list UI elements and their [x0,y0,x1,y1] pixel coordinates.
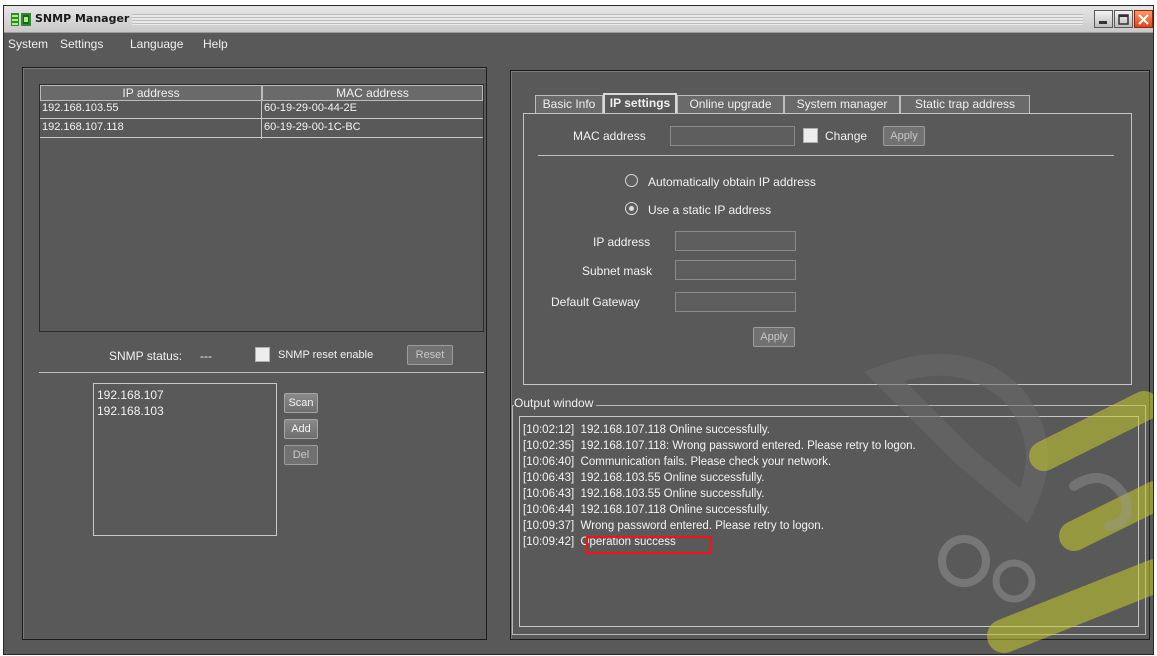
column-header-ip[interactable]: IP address [40,85,262,101]
log-message: 192.168.107.118 Online successfully. [580,424,770,436]
log-time: [10:06:43] [523,488,575,500]
auto-ip-radio[interactable] [625,174,638,187]
log-time: [10:09:37] [523,520,575,532]
window-title: SNMP Manager [35,12,130,25]
log-time: [10:02:35] [523,440,575,452]
scan-button[interactable]: Scan [284,393,318,413]
output-log[interactable]: [10:02:12] 192.168.107.118 Online succes… [519,416,1139,627]
mac-address-input[interactable] [670,126,795,146]
log-time: [10:06:43] [523,472,575,484]
log-message: Communication fails. Please check your n… [580,456,832,468]
menu-system[interactable]: System [8,37,48,51]
log-line: [10:02:35] 192.168.107.118: Wrong passwo… [523,440,916,452]
tab-ip-settings[interactable]: IP settings [603,93,677,113]
output-window: [10:02:12] 192.168.107.118 Online succes… [512,405,1146,635]
close-icon [1138,13,1149,25]
log-time: [10:09:42] [523,536,575,548]
column-divider [261,101,262,139]
snmp-reset-enable-label: SNMP reset enable [278,349,374,361]
log-message: 192.168.107.118: Wrong password entered.… [580,440,916,452]
log-time: [10:06:40] [523,456,575,468]
list-item[interactable]: 192.168.103 [97,404,164,418]
success-highlight-box [586,536,712,554]
log-line: [10:06:44] 192.168.107.118 Online succes… [523,504,770,516]
minimize-button[interactable] [1094,10,1113,28]
output-window-title: Output window [514,396,597,410]
log-line: [10:06:40] Communication fails. Please c… [523,456,831,468]
table-cell-mac: 60-19-29-00-44-2E [264,102,357,114]
ip-apply-button[interactable]: Apply [753,327,795,347]
log-message: 192.168.107.118 Online successfully. [580,504,770,516]
app-logo-icon [11,13,31,26]
menu-bar: System Settings Language Help [4,33,1153,55]
column-header-mac[interactable]: MAC address [262,85,483,101]
minimize-icon [1099,20,1107,24]
log-message: 192.168.103.55 Online successfully. [580,488,765,500]
table-cell-mac: 60-19-29-00-1C-BC [264,121,361,133]
default-gateway-label: Default Gateway [551,295,640,309]
divider [39,372,484,373]
log-time: [10:06:44] [523,504,575,516]
maximize-button[interactable] [1114,10,1133,28]
table-cell-ip: 192.168.103.55 [42,102,119,114]
static-ip-label: Use a static IP address [648,203,772,217]
log-message: 192.168.103.55 Online successfully. [580,472,765,484]
close-button[interactable] [1134,10,1153,28]
snmp-status-value: --- [200,349,212,363]
tab-online-upgrade[interactable]: Online upgrade [677,95,784,113]
mac-change-checkbox[interactable] [803,128,818,143]
default-gateway-input[interactable] [675,292,796,312]
log-time: [10:02:12] [523,424,575,436]
list-item[interactable]: 192.168.107 [97,388,164,402]
subnet-list[interactable]: 192.168.107 192.168.103 [93,383,277,536]
mac-apply-button[interactable]: Apply [883,126,925,146]
del-button[interactable]: Del [284,445,318,465]
title-bar[interactable]: SNMP Manager [4,6,1153,33]
snmp-reset-enable-checkbox[interactable] [255,347,270,362]
settings-panel: Basic Info IP settings Online upgrade Sy… [510,70,1150,640]
snmp-manager-window: SNMP Manager System Settings Language He… [3,5,1154,655]
tab-system-manager[interactable]: System manager [784,95,900,113]
subnet-mask-input[interactable] [675,260,796,280]
reset-button[interactable]: Reset [407,345,453,365]
auto-ip-label: Automatically obtain IP address [648,175,816,189]
subnet-mask-label: Subnet mask [582,264,653,278]
menu-language[interactable]: Language [130,37,183,51]
log-line: [10:02:12] 192.168.107.118 Online succes… [523,424,770,436]
log-line: [10:09:37] Wrong password entered. Pleas… [523,520,824,532]
divider [538,155,1114,156]
mac-address-label: MAC address [573,129,646,143]
ip-settings-content: MAC address Change Apply Automatically o… [523,113,1132,385]
device-table: IP address MAC address 192.168.103.55 60… [39,84,484,332]
tab-basic-info[interactable]: Basic Info [535,95,603,113]
snmp-status-label: SNMP status: [109,349,183,363]
log-line: [10:06:43] 192.168.103.55 Online success… [523,472,764,484]
log-message: Wrong password entered. Please retry to … [580,520,824,532]
ip-address-input[interactable] [675,231,796,251]
add-button[interactable]: Add [284,419,318,439]
ip-address-label: IP address [593,235,651,249]
device-panel: IP address MAC address 192.168.103.55 60… [22,67,487,640]
menu-help[interactable]: Help [203,37,228,51]
menu-settings[interactable]: Settings [60,37,103,51]
maximize-icon [1118,13,1129,25]
static-ip-radio[interactable] [625,202,638,215]
log-line: [10:06:43] 192.168.103.55 Online success… [523,488,764,500]
title-bar-stripes [132,14,1083,25]
mac-change-label: Change [825,129,868,143]
tab-static-trap-address[interactable]: Static trap address [900,95,1030,113]
table-cell-ip: 192.168.107.118 [42,121,124,133]
